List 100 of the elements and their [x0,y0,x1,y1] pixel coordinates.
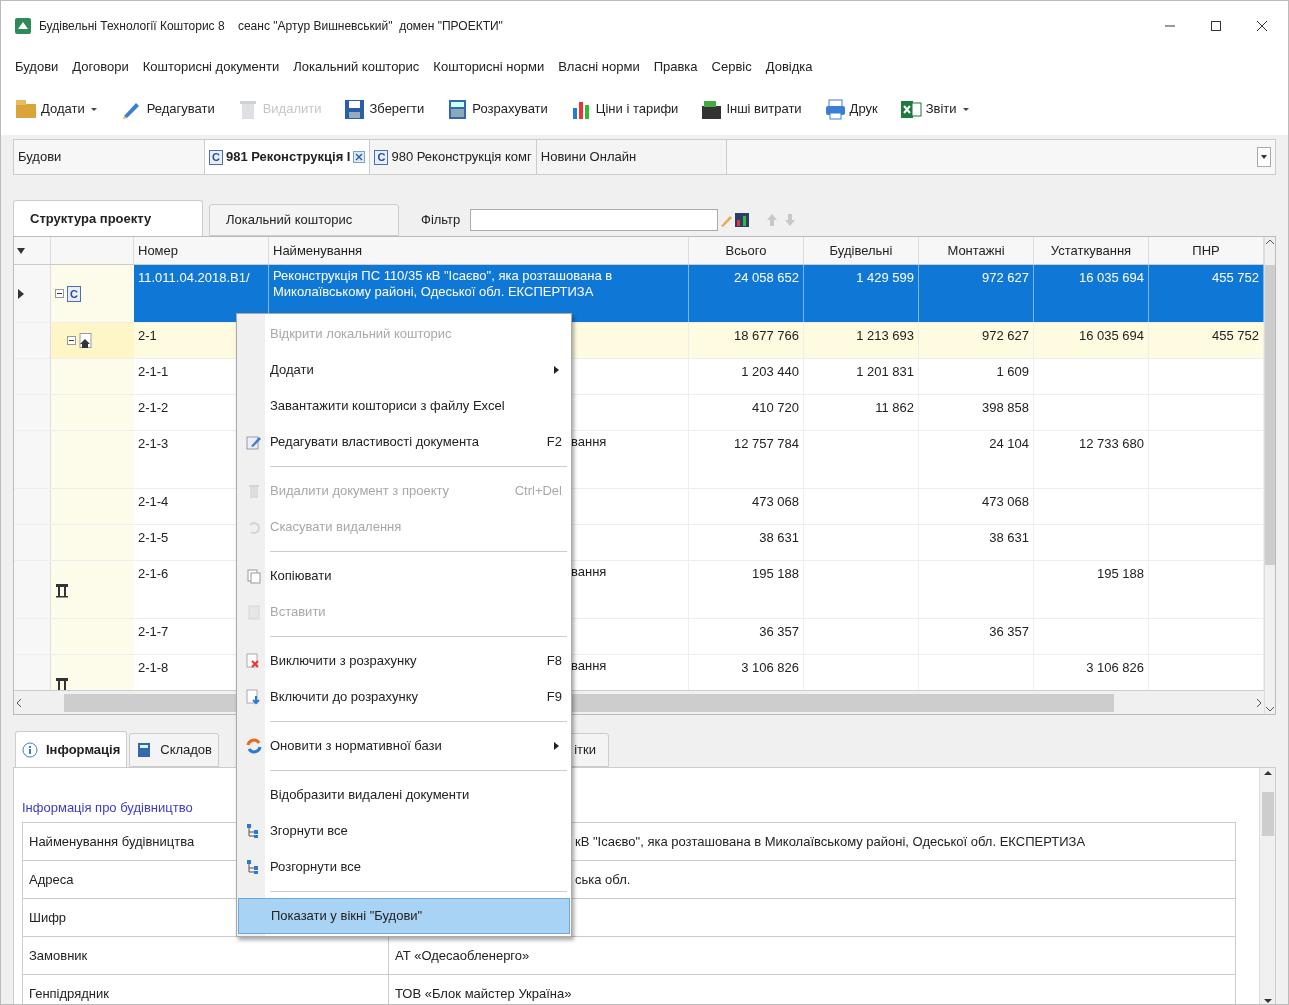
toolbar-button[interactable]: Додати [15,98,99,120]
scroll-left-icon[interactable] [14,697,24,708]
table-cell: вання [571,658,607,673]
close-icon[interactable] [353,151,366,163]
column-header[interactable]: ПНР [1192,240,1220,261]
field-label: Генпідрядник [29,984,109,1003]
spreadsheet-icon [899,98,922,120]
table-cell: 12 757 784 [733,436,799,451]
menu-item[interactable]: Розгорнути все [238,849,570,885]
table-cell: 972 627 [982,328,1029,343]
menu-item[interactable]: Показати у вікні "Будови" [238,898,570,934]
cross-icon [246,653,262,669]
table-cell: 2-1-8 [138,660,169,675]
caret-down-icon[interactable] [17,247,25,254]
document-badge: C [67,285,81,302]
field-value: кВ "Ісаєво", яка розташована в Миколаївському районі, Одеської обл. ЕКСПЕРТИЗА [575,832,1086,851]
collapse-icon[interactable] [67,336,76,345]
table-cell: 473 068 [982,494,1029,509]
vertical-scrollbar[interactable] [1259,768,1275,1004]
tab-list-dropdown[interactable] [1257,147,1271,167]
table-cell: вання [571,434,607,449]
shortcut-text: F8 [546,652,563,671]
scroll-down-icon[interactable] [1265,704,1275,714]
menu-item[interactable]: Договори [70,57,131,77]
menu-item[interactable]: Кошторисні документи [140,57,282,77]
view-tab[interactable]: Структура проекту [13,200,203,236]
menu-item[interactable]: Правка [651,57,700,77]
info-icon [22,741,38,758]
table-cell: 398 858 [982,400,1029,415]
scrollbar-thumb[interactable] [1265,265,1275,565]
table-cell: 2-1-6 [138,566,169,581]
document-badge: C [374,149,389,165]
table-cell: 12 733 680 [1078,436,1144,451]
toolbar-button[interactable]: Друк [823,98,878,120]
menu-item[interactable]: Сервіс [709,57,754,77]
table-cell: 1 201 831 [856,364,914,379]
scrollbar-thumb[interactable] [1261,792,1274,836]
table-cell: 38 631 [759,530,799,545]
column-header[interactable]: Устаткування [1050,240,1132,261]
table-cell: 972 627 [982,270,1029,285]
menu-item[interactable]: Локальний кошторис [291,57,422,77]
table-cell: 2-1-3 [138,436,169,451]
panel-tab[interactable]: Складов [129,733,219,767]
toolbar-button[interactable]: Редагувати [120,98,215,120]
menu-item[interactable]: Будови [13,57,61,77]
filter-field[interactable] [470,209,719,231]
menu-item[interactable]: Довідка [763,57,815,77]
table-cell: 2-1-7 [138,624,169,639]
scroll-down-icon[interactable] [1262,996,1273,1004]
scroll-up-icon[interactable] [1262,768,1273,778]
column-header[interactable]: Будівельні [829,240,893,261]
scroll-right-icon[interactable] [1254,697,1264,708]
column-header[interactable]: Найменування [273,240,363,261]
printer-icon [823,98,846,120]
folder-icon [15,98,37,120]
table-cell: 195 188 [1097,566,1144,581]
menu-item[interactable]: Власні норми [556,57,642,77]
column-header[interactable]: Номер [138,240,178,261]
toolbar-button[interactable]: Інші витрати [700,98,802,120]
field-value: ТОВ «Блок майстер Україна» [395,984,572,1003]
window-title: Будівельні Технології Кошторис 8 сеанс "Артур Вишневський" домен "ПРОЕКТИ" [39,18,503,35]
maximize-icon[interactable] [1210,20,1222,32]
panel-title: Будови [17,148,63,167]
menu-item[interactable]: Відобразити видалені документи [238,777,570,813]
scroll-up-icon[interactable] [1265,237,1275,247]
row-pointer-icon [18,288,24,299]
copy-icon [246,568,262,584]
table-cell: 3 106 826 [1086,660,1144,675]
column-header[interactable]: Всього [725,240,767,261]
menu-item[interactable]: Згорнути все [238,813,570,849]
table-cell: 455 752 [1212,270,1259,285]
menu-item[interactable]: Кошторисні норми [431,57,547,77]
trash-icon [246,483,262,499]
column-header[interactable]: Монтажні [947,240,1005,261]
shortcut-text: F9 [546,688,563,707]
menu-item[interactable]: Оновити з нормативної бази [238,728,570,764]
toolbar-button[interactable]: Розрахувати [446,98,548,120]
shortcut-text: F2 [546,433,563,452]
view-tab[interactable]: Локальний кошторис [209,204,399,236]
collapse-icon[interactable] [55,289,64,298]
panel-tab[interactable]: Інформація [15,731,128,767]
toolbar-button[interactable]: Ціни і тарифи [569,98,679,120]
calculator-icon [136,742,153,758]
table-cell: 1 203 440 [741,364,799,379]
table-cell: 36 357 [759,624,799,639]
vertical-scrollbar[interactable] [1264,237,1275,714]
field-label: Замовник [29,946,88,965]
document-tab[interactable]: C 981 Реконструкція І [205,140,371,174]
toolbar-button[interactable]: Зберегти [343,98,425,120]
table-cell: 16 035 694 [1078,328,1144,343]
menu-item[interactable]: Копіювати [238,558,570,594]
toolbar-button[interactable]: Звіти [899,98,971,120]
close-icon[interactable] [1256,20,1268,32]
chart-icon[interactable] [734,212,751,228]
pencil-icon [246,434,262,450]
filter-label: Фільтр [421,211,461,230]
caret-down-icon [1260,154,1268,160]
section-heading: Інформація про будівництво [22,800,193,815]
table-cell: 2-1-5 [138,530,169,545]
table-row[interactable]: C 11.011.04.2018.В1/ Реконструкція ПС 110/35 кВ "Ісаєво", яка розташована в Миколаївському районі, Одеської обл. ЕКСПЕРТИЗА 24 058 652 1 429 599 972 627 16 035 694 455 752 [14,265,1264,323]
